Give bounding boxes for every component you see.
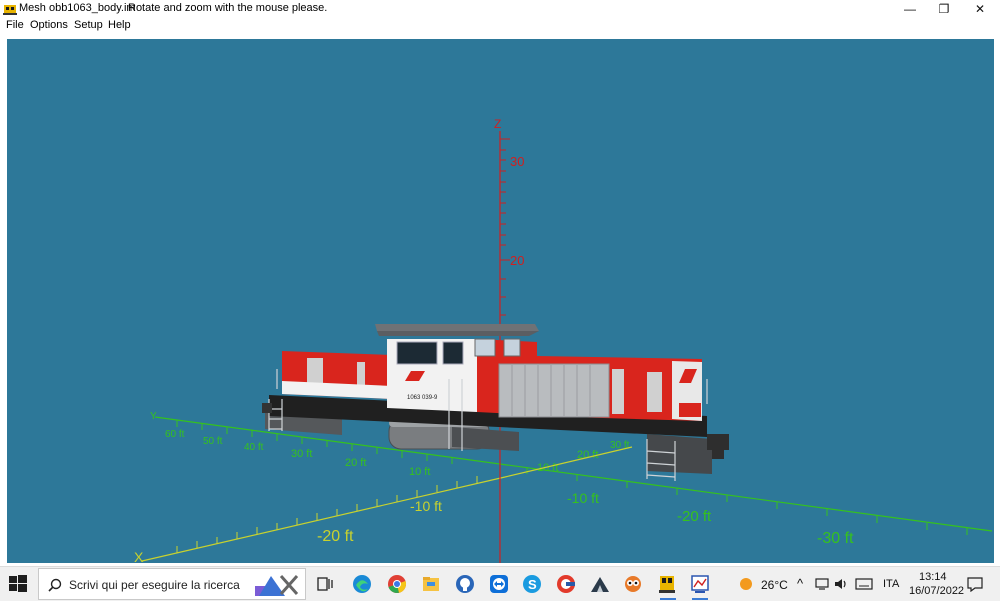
y-tick-label: 30 ft xyxy=(291,448,312,460)
x-tick-label: -10 ft xyxy=(410,498,442,514)
ground-tick-label: -10 ft xyxy=(567,490,599,506)
y-tick-label: 60 ft xyxy=(165,429,185,440)
z-tick-label: 20 xyxy=(510,253,524,268)
y-tick-label: 20 ft xyxy=(345,457,366,469)
title-bar: Mesh obb1063_body.im Rotate and zoom wit… xyxy=(0,0,1000,18)
x-axis-label: X xyxy=(134,549,144,563)
menu-file[interactable]: File xyxy=(6,19,24,31)
window-title: Mesh obb1063_body.im xyxy=(19,2,136,14)
edge-icon[interactable] xyxy=(351,573,373,595)
y-tick-label: 40 ft xyxy=(244,442,264,453)
locomotive-model[interactable]: 1063 039-9 xyxy=(262,324,729,481)
input-language[interactable]: ITA xyxy=(883,578,899,590)
keyboard-icon[interactable] xyxy=(855,578,873,590)
window-hint: Rotate and zoom with the mouse please. xyxy=(128,2,328,14)
y-axis-label: Y xyxy=(150,411,157,422)
notification-icon[interactable] xyxy=(967,577,983,592)
teamviewer-icon[interactable] xyxy=(488,573,510,595)
close-button[interactable]: ✕ xyxy=(963,0,997,18)
locomotive-app-icon xyxy=(3,5,17,15)
clock-date[interactable]: 16/07/2022 xyxy=(909,585,964,597)
github-icon[interactable] xyxy=(454,573,476,595)
ground-tick-label: -20 ft xyxy=(677,508,712,525)
weather-sun-icon[interactable] xyxy=(739,577,753,591)
scene-canvas[interactable]: Y 60 ft 50 ft 40 ft 30 ft 20 ft 10 ft 10… xyxy=(7,39,994,563)
network-icon[interactable] xyxy=(815,578,829,590)
minimize-button[interactable]: — xyxy=(893,0,927,18)
clock-time[interactable]: 13:14 xyxy=(919,571,947,583)
search-input[interactable]: Scrivi qui per eseguire la ricerca xyxy=(69,578,240,592)
search-box[interactable]: Scrivi qui per eseguire la ricerca xyxy=(38,568,306,600)
search-highlight-icon xyxy=(255,575,299,596)
search-icon xyxy=(48,578,62,592)
taskbar: Scrivi qui per eseguire la ricerca S 26°… xyxy=(0,566,1000,601)
menu-setup[interactable]: Setup xyxy=(74,19,103,31)
x-tick-label: -20 ft xyxy=(317,528,354,545)
autoit-icon[interactable] xyxy=(555,573,577,595)
chrome-icon[interactable] xyxy=(386,573,408,595)
menu-help[interactable]: Help xyxy=(108,19,131,31)
owl-icon[interactable] xyxy=(622,573,644,595)
number-plate: 1063 039-9 xyxy=(407,395,438,401)
train-app-icon[interactable] xyxy=(656,573,678,595)
windows-start-icon[interactable] xyxy=(8,574,28,594)
file-explorer-icon[interactable] xyxy=(420,573,442,595)
x-axis xyxy=(141,446,633,562)
y-tick-label: 10 ft xyxy=(409,466,430,478)
y-tick-label: 10 ft xyxy=(537,462,558,474)
chevron-up-icon[interactable]: ^ xyxy=(797,576,803,591)
restore-button[interactable]: ❐ xyxy=(927,0,961,18)
skype-icon[interactable]: S xyxy=(521,573,543,595)
menu-options[interactable]: Options xyxy=(30,19,68,31)
menu-bar: File Options Setup Help xyxy=(0,18,1000,34)
mesh-viewer-icon[interactable] xyxy=(689,573,711,595)
weather-temperature[interactable]: 26°C xyxy=(761,578,788,592)
svg-text:S: S xyxy=(528,577,537,592)
y-tick-label: 50 ft xyxy=(203,436,223,447)
3d-viewport[interactable]: Y 60 ft 50 ft 40 ft 30 ft 20 ft 10 ft 10… xyxy=(7,39,994,563)
volume-icon[interactable] xyxy=(834,577,848,591)
z-axis-label: Z xyxy=(494,117,501,131)
task-view-icon[interactable] xyxy=(313,573,335,595)
y-axis xyxy=(154,416,993,535)
mountain-app-icon[interactable] xyxy=(589,573,611,595)
z-tick-label: 30 xyxy=(510,154,524,169)
ground-tick-label: -30 ft xyxy=(817,530,854,547)
